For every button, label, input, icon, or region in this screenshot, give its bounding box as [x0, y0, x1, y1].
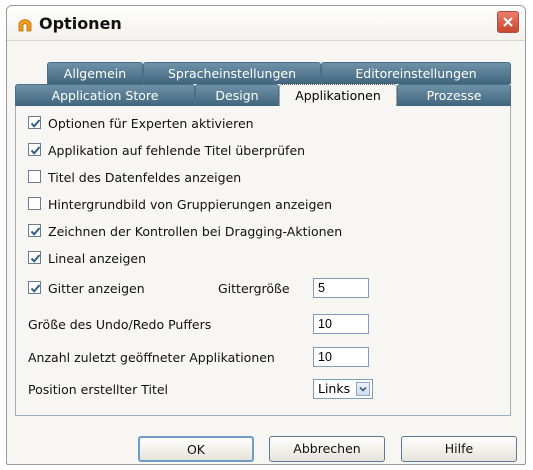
checkmark-icon — [30, 284, 41, 293]
field-title-label: Titel des Datenfeldes anzeigen — [48, 170, 242, 185]
close-button[interactable] — [497, 11, 519, 33]
help-button[interactable]: Hilfe — [401, 436, 517, 462]
title-bar: Optionen — [7, 6, 525, 41]
window-title: Optionen — [39, 14, 122, 33]
drag-draw-label: Zeichnen der Kontrollen bei Dragging-Akt… — [48, 224, 343, 239]
tab-applikationen[interactable]: Applikationen — [279, 84, 397, 106]
app-logo-icon — [17, 16, 33, 32]
ruler-checkbox[interactable] — [28, 251, 41, 264]
checkmark-icon — [30, 254, 41, 263]
undo-buffer-input[interactable] — [313, 314, 369, 334]
checkmark-icon — [30, 119, 41, 128]
grid-checkbox[interactable] — [28, 281, 41, 294]
field-title-checkbox[interactable] — [28, 170, 41, 183]
tab-design[interactable]: Design — [195, 84, 279, 106]
checkmark-icon — [30, 227, 41, 236]
undo-buffer-label: Größe des Undo/Redo Puffers — [28, 317, 212, 332]
cancel-button[interactable]: Abbrechen — [269, 436, 385, 462]
recent-apps-input[interactable] — [313, 347, 369, 367]
check-titles-checkbox[interactable] — [28, 143, 41, 156]
title-position-label: Position erstellter Titel — [28, 382, 169, 397]
tab-spracheinstellungen[interactable]: Spracheinstellungen — [143, 62, 321, 84]
check-titles-label: Applikation auf fehlende Titel überprüfe… — [48, 143, 306, 158]
tab-prozesse[interactable]: Prozesse — [397, 84, 511, 106]
tab-editoreinstellungen[interactable]: Editoreinstellungen — [321, 62, 511, 84]
group-bg-label: Hintergrundbild von Gruppierungen anzeig… — [48, 197, 333, 212]
tab-allgemein[interactable]: Allgemein — [47, 62, 143, 84]
grid-size-label: Gittergröße — [218, 281, 290, 296]
recent-apps-label: Anzahl zuletzt geöffneter Applikationen — [28, 350, 275, 365]
group-bg-checkbox[interactable] — [28, 197, 41, 210]
applikationen-panel: Optionen für Experten aktivieren Applika… — [15, 106, 511, 416]
grid-size-input[interactable] — [313, 278, 369, 298]
title-position-select[interactable]: Links — [313, 379, 373, 399]
ruler-label: Lineal anzeigen — [48, 251, 147, 266]
expert-checkbox[interactable] — [28, 116, 41, 129]
checkmark-icon — [30, 146, 41, 155]
drag-draw-checkbox[interactable] — [28, 224, 41, 237]
dropdown-arrow-icon[interactable] — [356, 382, 370, 396]
title-position-value: Links — [318, 381, 351, 396]
tab-application-store[interactable]: Application Store — [15, 84, 195, 106]
ok-button[interactable]: OK — [138, 436, 254, 462]
expert-label: Optionen für Experten aktivieren — [48, 116, 254, 131]
options-dialog: Optionen Allgemein Spracheinstellungen E… — [6, 5, 526, 465]
grid-label: Gitter anzeigen — [48, 281, 145, 296]
close-icon — [503, 17, 513, 27]
